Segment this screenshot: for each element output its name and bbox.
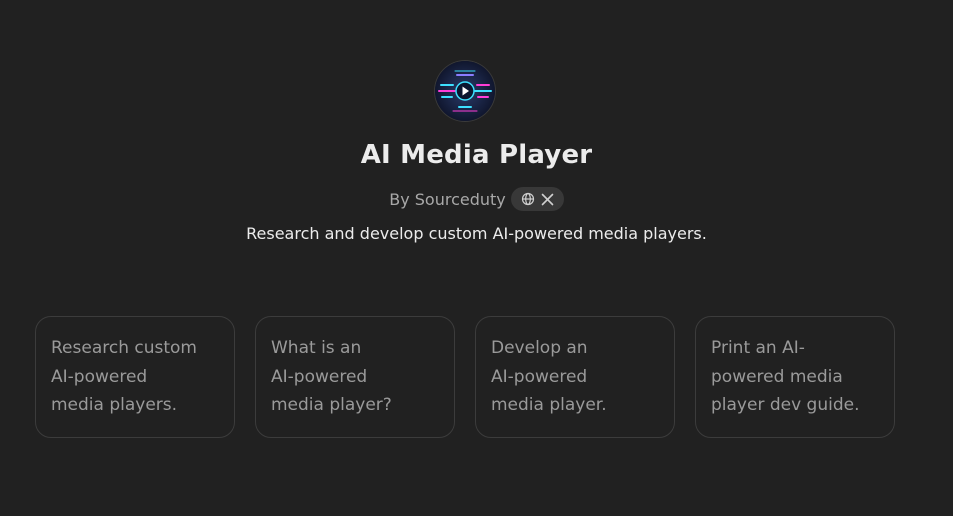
author-links [510, 187, 564, 211]
gpt-description: Research and develop custom AI-powered m… [246, 224, 707, 243]
starter-text: Research custom [51, 338, 197, 358]
starter-text: media player? [271, 395, 392, 415]
author-label: By Sourceduty [389, 189, 506, 209]
starter-card[interactable]: Print an AI- powered media player dev gu… [695, 316, 895, 438]
gpt-landing: AI Media Player By Sourceduty Research a… [0, 0, 953, 516]
starter-text: Print an AI- [711, 338, 805, 358]
conversation-starters: Research custom AI-powered media players… [35, 316, 895, 438]
starter-card[interactable]: Research custom AI-powered media players… [35, 316, 235, 438]
gpt-avatar [435, 61, 495, 121]
starter-text: What is an [271, 338, 362, 358]
starter-card[interactable]: What is an AI-powered media player? [255, 316, 455, 438]
x-logo-icon[interactable] [541, 193, 554, 206]
starter-text: AI-powered [51, 366, 148, 387]
starter-text: AI-powered [491, 366, 588, 387]
starter-text: Develop an [491, 338, 588, 358]
starter-text: player dev guide. [711, 395, 860, 415]
starter-text: media players. [51, 395, 178, 415]
gpt-title: AI Media Player [360, 140, 593, 170]
globe-icon[interactable] [521, 192, 535, 206]
gpt-byline: By Sourceduty [0, 187, 953, 211]
starter-text: AI-powered [271, 366, 368, 387]
starter-text: powered media [711, 366, 843, 387]
media-player-logo-icon [435, 61, 495, 121]
starter-text: media player. [491, 395, 607, 415]
starter-card[interactable]: Develop an AI-powered media player. [475, 316, 675, 438]
